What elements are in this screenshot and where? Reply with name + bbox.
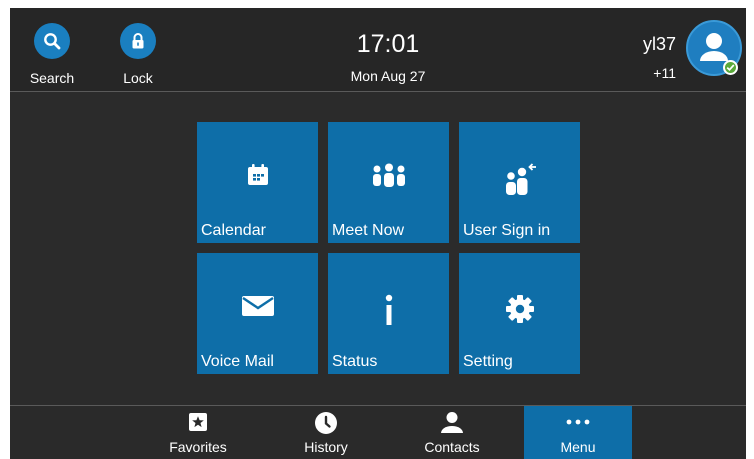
nav-favorites[interactable]: Favorites	[144, 406, 252, 459]
person-icon	[398, 411, 506, 435]
nav-history-label: History	[304, 439, 348, 455]
search-button[interactable]: Search	[22, 23, 82, 86]
search-icon	[44, 33, 61, 50]
group-icon	[328, 162, 449, 202]
lock-button[interactable]: Lock	[108, 23, 168, 86]
tile-user-sign-in[interactable]: User Sign in	[459, 122, 580, 243]
clock-time: 17:01	[356, 30, 420, 58]
envelope-icon	[197, 293, 318, 333]
status-bar-divider	[10, 91, 746, 92]
nav-contacts-label: Contacts	[424, 439, 480, 455]
nav-menu[interactable]: Menu	[524, 406, 632, 459]
star-icon	[144, 411, 252, 435]
clock-date: Mon Aug 27	[350, 68, 426, 84]
tile-setting[interactable]: Setting	[459, 253, 580, 374]
check-icon	[726, 64, 735, 72]
phone-screen: Search Lock 17:01 Mon Aug 27 yl37 +11 Ca…	[10, 8, 746, 459]
gear-icon	[459, 293, 580, 333]
search-button-circle	[34, 23, 70, 59]
tile-voice-mail[interactable]: Voice Mail	[197, 253, 318, 374]
nav-menu-label: Menu	[560, 439, 596, 455]
account-name: yl37	[642, 34, 676, 54]
lock-button-circle	[120, 23, 156, 59]
nav-history[interactable]: History	[272, 406, 380, 459]
clock-icon	[272, 411, 380, 435]
tile-meet-now[interactable]: Meet Now	[328, 122, 449, 243]
calendar-icon	[197, 162, 318, 202]
more-icon	[524, 411, 632, 435]
tile-user-sign-in-label: User Sign in	[463, 222, 551, 239]
nav-favorites-label: Favorites	[169, 439, 227, 455]
lock-label: Lock	[123, 70, 153, 86]
tile-calendar[interactable]: Calendar	[197, 122, 318, 243]
presence-badge	[723, 60, 738, 75]
search-label: Search	[29, 70, 75, 86]
tile-voice-mail-label: Voice Mail	[201, 353, 274, 370]
nav-contacts[interactable]: Contacts	[398, 406, 506, 459]
user-sign-in-icon	[459, 162, 580, 202]
tile-status-label: Status	[332, 353, 378, 370]
info-icon	[328, 293, 449, 333]
tile-status[interactable]: Status	[328, 253, 449, 374]
account-count: +11	[653, 65, 676, 81]
lock-icon	[132, 33, 144, 49]
tile-setting-label: Setting	[463, 353, 513, 370]
tile-meet-now-label: Meet Now	[332, 222, 405, 239]
tile-calendar-label: Calendar	[201, 222, 266, 239]
